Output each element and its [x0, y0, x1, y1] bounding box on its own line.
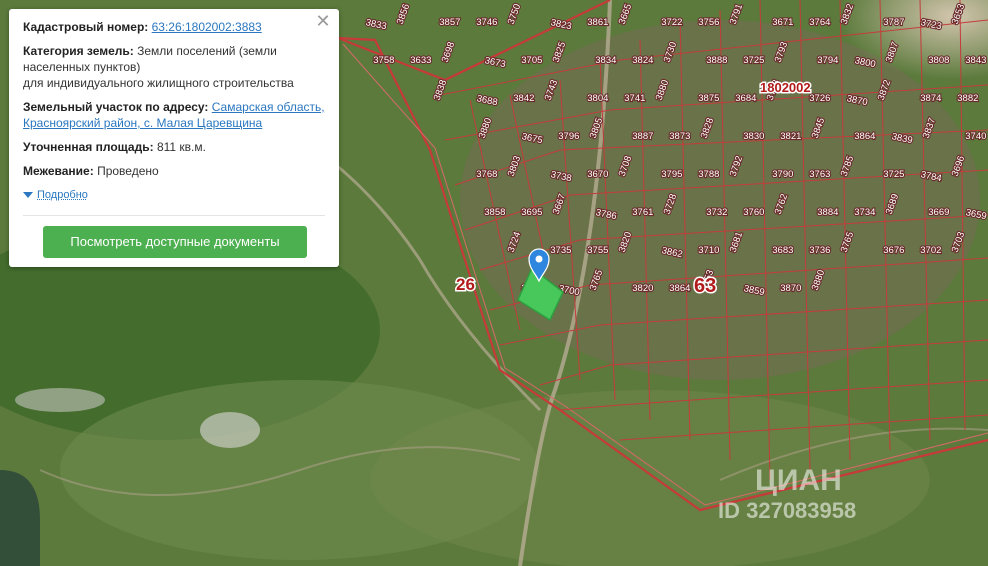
- parcel-number-label: 3794: [817, 55, 838, 66]
- watermark-id: ID 327083958: [718, 498, 856, 523]
- parcel-number-label: 3820: [632, 283, 653, 294]
- parcel-number-label: 3824: [632, 55, 653, 66]
- parcel-number-label: 3875: [698, 93, 719, 104]
- parcel-number-label: 3870: [780, 283, 801, 294]
- parcel-number-label: 3710: [698, 245, 719, 256]
- parcel-number-label: 3764: [809, 17, 830, 28]
- survey-value: Проведено: [97, 164, 159, 178]
- parcel-number-label: 3683: [772, 245, 793, 256]
- parcel-number-label: 3788: [698, 169, 719, 180]
- parcel-number-label: 3684: [735, 93, 756, 104]
- cadastral-number-label: Кадастровый номер:: [23, 20, 149, 34]
- address-label: Земельный участок по адресу:: [23, 100, 209, 114]
- parcel-number-label: 3761: [632, 207, 653, 218]
- parcel-number-label: 3887: [632, 131, 653, 142]
- parcel-number-label: 3669: [928, 207, 949, 218]
- parcel-number-label: 3888: [706, 55, 727, 66]
- parcel-number-label: 3861: [587, 17, 608, 28]
- parcel-number-label: 3790: [772, 169, 793, 180]
- parcel-number-label: 3633: [410, 55, 431, 66]
- parcel-number-label: 3676: [883, 245, 904, 256]
- parcel-number-label: 3755: [587, 245, 608, 256]
- cadastral-info-panel: ✕ Кадастровый номер: 63:26:1802002:3883 …: [9, 9, 339, 267]
- parcel-number-label: 3843: [965, 55, 986, 66]
- survey-row: Межевание: Проведено: [23, 163, 325, 179]
- parcel-number-label: 3732: [706, 207, 727, 218]
- survey-label: Межевание:: [23, 164, 94, 178]
- parcel-number-label: 3884: [817, 207, 838, 218]
- parcel-number-label: 3857: [439, 17, 460, 28]
- parcel-number-label: 3736: [809, 245, 830, 256]
- parcel-number-label: 3740: [965, 131, 986, 142]
- parcel-number-label: 3882: [957, 93, 978, 104]
- parcel-number-label: 3864: [669, 283, 690, 294]
- details-link-label: Подробно: [37, 189, 88, 201]
- parcel-number-label: 3734: [854, 207, 875, 218]
- parcel-number-label: 3830: [743, 131, 764, 142]
- parcel-number-label: 3735: [550, 245, 571, 256]
- parcel-number-label: 3722: [661, 17, 682, 28]
- cadastral-number-link[interactable]: 63:26:1802002:3883: [152, 20, 262, 34]
- parcel-number-label: 3842: [513, 93, 534, 104]
- parcel-number-label: 3796: [558, 131, 579, 142]
- parcel-number-label: 3834: [595, 55, 616, 66]
- land-category-purpose: для индивидуального жилищного строительс…: [23, 76, 294, 90]
- land-category-label: Категория земель:: [23, 44, 134, 58]
- parcel-number-label: 3808: [928, 55, 949, 66]
- close-icon[interactable]: ✕: [315, 12, 331, 30]
- land-category-row: Категория земель: Земли поселений (земли…: [23, 43, 325, 91]
- parcel-number-label: 3787: [883, 17, 904, 28]
- parcel-number-label: 3725: [883, 169, 904, 180]
- parcel-number-label: 3873: [669, 131, 690, 142]
- district-label: 26: [456, 275, 475, 294]
- watermark-logo: ЦИАН: [755, 464, 842, 497]
- parcel-number-label: 3821: [780, 131, 801, 142]
- area-label: Уточненная площадь:: [23, 140, 154, 154]
- parcel-number-label: 3725: [743, 55, 764, 66]
- quarter-label: 1802002: [760, 80, 811, 95]
- chevron-down-icon: [23, 192, 33, 198]
- parcel-number-label: 3874: [920, 93, 941, 104]
- parcel-number-label: 3756: [698, 17, 719, 28]
- parcel-number-label: 3671: [772, 17, 793, 28]
- view-documents-button[interactable]: Посмотреть доступные документы: [43, 226, 307, 258]
- parcel-number-label: 3768: [476, 169, 497, 180]
- area-row: Уточненная площадь: 811 кв.м.: [23, 139, 325, 155]
- parcel-number-label: 3741: [624, 93, 645, 104]
- parcel-number-label: 3695: [521, 207, 542, 218]
- parcel-number-label: 3702: [920, 245, 941, 256]
- parcel-number-label: 3726: [809, 93, 830, 104]
- area-value: 811 кв.м.: [156, 140, 206, 154]
- parcel-number-label: 3864: [854, 131, 875, 142]
- address-row: Земельный участок по адресу: Самарская о…: [23, 99, 325, 131]
- details-toggle[interactable]: Подробно: [23, 187, 325, 203]
- parcel-number-label: 3746: [476, 17, 497, 28]
- parcel-number-label: 3758: [373, 55, 394, 66]
- cadastral-number-row: Кадастровый номер: 63:26:1802002:3883: [23, 19, 325, 35]
- parcel-number-label: 3760: [743, 207, 764, 218]
- parcel-number-label: 3858: [484, 207, 505, 218]
- divider: [23, 215, 325, 216]
- parcel-number-label: 3705: [521, 55, 542, 66]
- parcel-number-label: 3795: [661, 169, 682, 180]
- parcel-number-label: 3670: [587, 169, 608, 180]
- parcel-number-label: 3804: [587, 93, 608, 104]
- block-label: 63: [694, 275, 716, 297]
- parcel-number-label: 3763: [809, 169, 830, 180]
